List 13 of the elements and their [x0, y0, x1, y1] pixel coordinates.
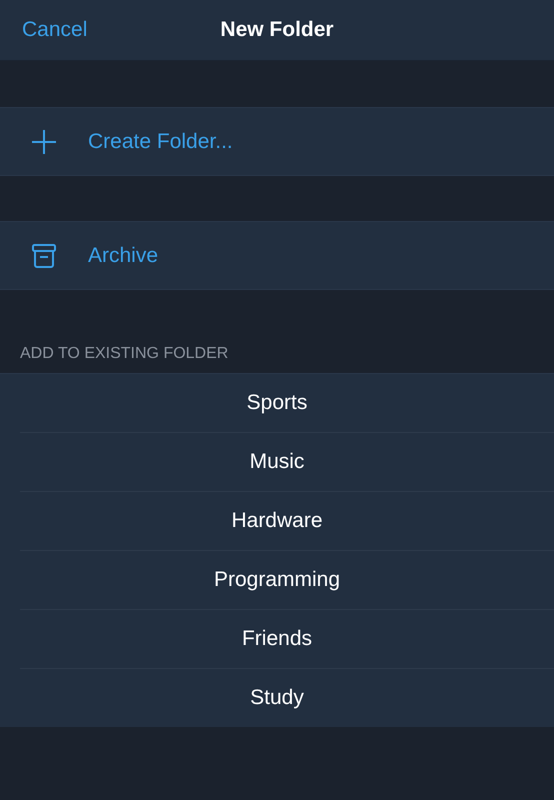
- plus-icon: [31, 128, 57, 154]
- folder-item[interactable]: Hardware: [20, 492, 554, 551]
- folder-item[interactable]: Study: [20, 669, 554, 727]
- folder-item[interactable]: Sports: [20, 374, 554, 433]
- cancel-button[interactable]: Cancel: [22, 18, 88, 42]
- section-header: ADD TO EXISTING FOLDER: [19, 345, 230, 364]
- archive-icon: [32, 244, 56, 268]
- folder-item[interactable]: Music: [20, 433, 554, 492]
- navigation-title: New Folder: [220, 18, 334, 42]
- folder-item[interactable]: Programming: [20, 551, 554, 610]
- action-row[interactable]: Archive: [0, 221, 554, 290]
- action-row[interactable]: Create Folder...: [0, 107, 554, 176]
- folder-item[interactable]: Friends: [20, 610, 554, 669]
